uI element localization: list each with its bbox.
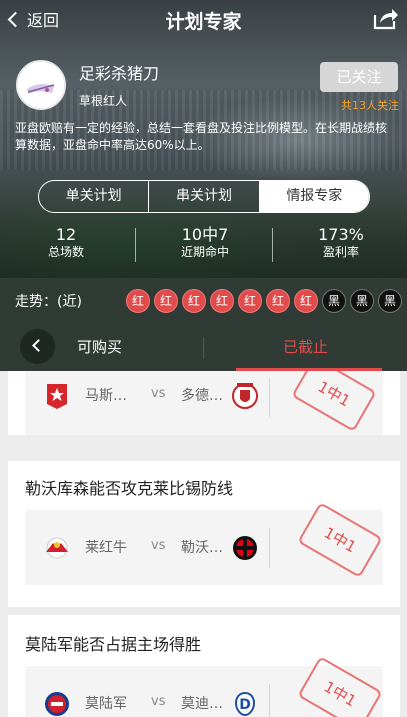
trend-result-red: 红 [126,289,150,313]
tab-closed[interactable]: 已截止 [283,324,328,371]
vs-label: vs [151,538,166,553]
trend-result-black: 黑 [322,289,346,313]
stat-profit-label: 盈利率 [322,245,359,259]
plan-card[interactable]: 马斯… vs 多德… 1中1 [8,371,400,435]
trend-results: 红 红 红 红 红 红 红 黑 黑 黑 [126,289,402,313]
plan-title: 勒沃库森能否攻克莱比锡防线 [25,479,234,498]
tab-intel-expert[interactable]: 情报专家 [258,181,369,212]
trend-result-red: 红 [266,289,290,313]
expert-profile: 足彩杀猪刀 草根红人 已关注 共13人关注 [0,56,407,116]
tab-single-plan[interactable]: 单关计划 [39,181,148,212]
trend-result-red: 红 [154,289,178,313]
tab-divider [203,337,204,359]
plan-status-tabs: 可购买 已截止 [0,324,407,371]
stat-divider [135,228,136,262]
plan-tabs: 单关计划 串关计划 情报专家 [38,180,370,213]
trend-result-red: 红 [238,289,262,313]
away-team-name: 勒沃… [181,540,223,556]
expert-tag: 草根红人 [79,94,128,108]
stat-recent-label: 近期命中 [180,245,229,259]
team-logo-icon [45,692,69,716]
stat-total-label: 总场数 [47,245,84,259]
follow-button[interactable]: 已关注 [320,62,398,92]
tab-purchasable[interactable]: 可购买 [77,324,122,371]
stats-row: 12 总场数 10中7 近期命中 173% 盈利率 [0,225,407,265]
vs-label: vs [151,694,166,709]
divider [269,377,270,417]
trend-result-red: 红 [294,289,318,313]
trend-label: 走势：(近) [15,294,82,310]
plan-card[interactable]: 莫陆军能否占据主场得胜 莫陆军 vs 莫迪… D 1中1 [8,615,400,717]
trend-result-red: 红 [182,289,206,313]
trend-result-black: 黑 [378,289,402,313]
vs-label: vs [151,386,166,401]
tab-parlay-plan[interactable]: 串关计划 [148,181,258,212]
home-team-name: 莫陆军 [85,696,127,712]
avatar[interactable] [16,60,66,110]
team-logo-icon: D [234,691,256,717]
trend-result-black: 黑 [350,289,374,313]
plan-list[interactable]: 马斯… vs 多德… 1中1 勒沃库森能否攻克莱比锡防线 莱红牛 vs 勒沃… [0,371,407,717]
trend-result-red: 红 [210,289,234,313]
team-logo-icon [46,537,68,559]
home-team-name: 莱红牛 [85,540,127,556]
expert-hero: 返回 计划专家 足彩杀猪刀 草根红人 已关注 共13人关注 亚盘欧赔有一定的经验… [0,0,407,278]
trend-row: 走势：(近) 红 红 红 红 红 红 红 黑 黑 黑 [0,278,407,324]
team-logo-icon [232,383,258,409]
svg-text:D: D [239,697,251,713]
stat-recent-value: 10中7 [181,225,229,244]
expert-name: 足彩杀猪刀 [79,64,160,83]
stat-total: 12 总场数 [16,225,116,260]
navbar: 返回 计划专家 [0,0,407,38]
plan-card[interactable]: 勒沃库森能否攻克莱比锡防线 莱红牛 vs 勒沃… 1中1 [8,461,400,607]
away-team-name: 多德… [181,388,223,404]
stat-total-value: 12 [55,225,77,244]
expert-description: 亚盘欧赔有一定的经验，总结一套看盘及投注比例模型。在长期战绩核算数据，亚盘命中率… [15,121,388,152]
team-logo-icon [47,384,67,409]
share-icon[interactable] [373,6,399,30]
away-team-name: 莫迪… [181,696,223,712]
stat-profit-rate: 173% 盈利率 [291,225,391,260]
stat-recent-hits: 10中7 近期命中 [155,225,255,260]
follow-count: 共13人关注 [341,99,399,112]
plan-title: 莫陆军能否占据主场得胜 [25,635,202,654]
home-team-name: 马斯… [85,388,127,404]
divider [269,684,270,717]
team-logo-icon [233,536,257,560]
stat-profit-value: 173% [318,225,364,244]
stat-divider [272,228,273,262]
page-title: 计划专家 [165,11,242,33]
divider [269,528,270,568]
